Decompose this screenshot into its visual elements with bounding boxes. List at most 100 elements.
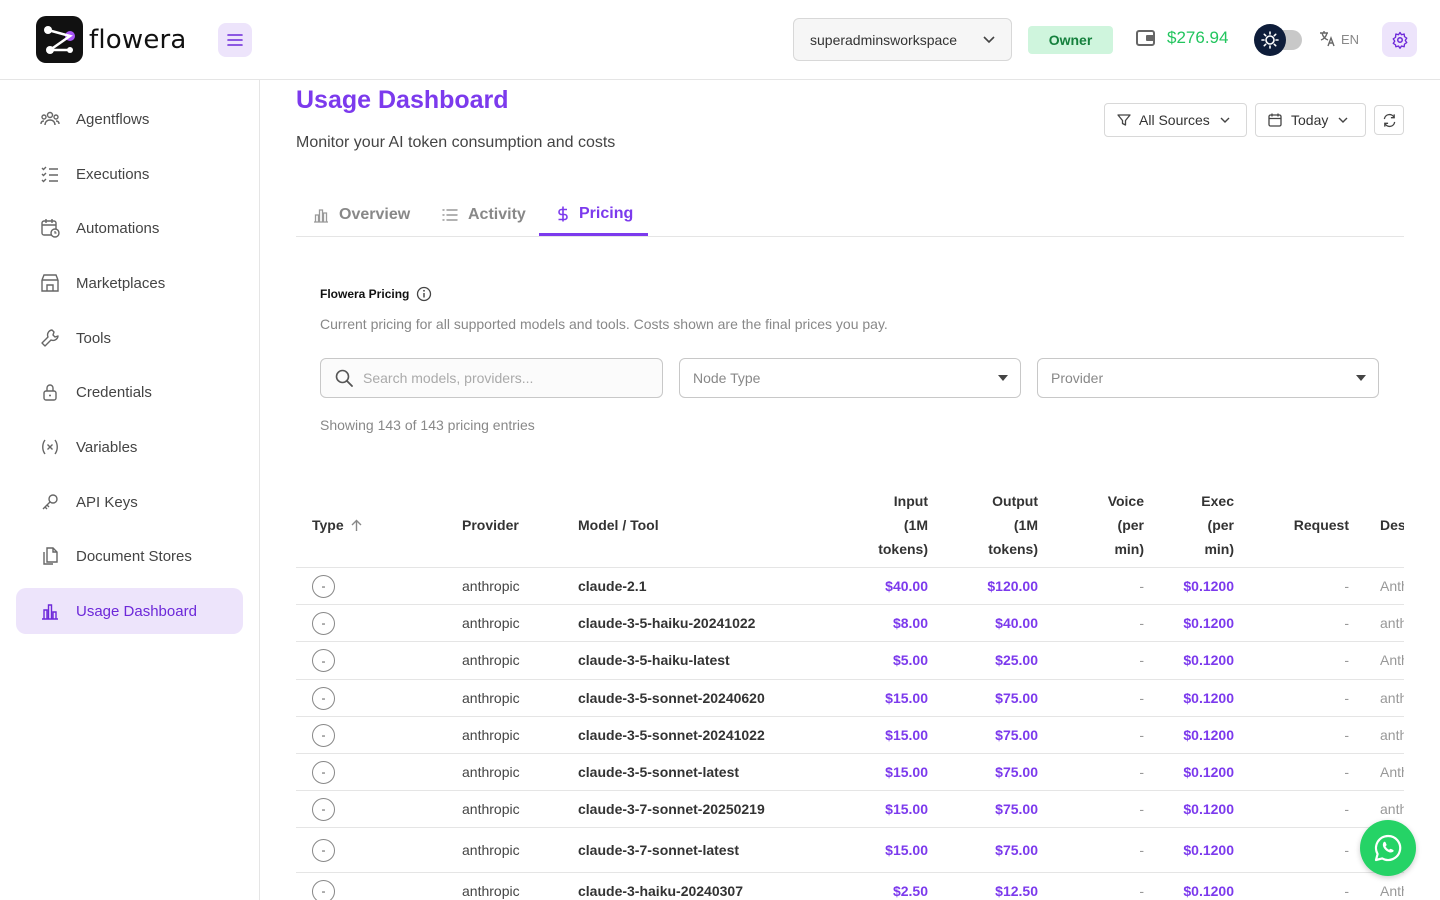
sidebar-item-label: Credentials — [76, 383, 152, 401]
cell-voice-price: - — [1139, 882, 1144, 899]
whatsapp-icon — [1374, 834, 1402, 862]
column-header-output[interactable]: Output (1M tokens) — [966, 489, 1038, 561]
cell-output-price: $120.00 — [987, 577, 1038, 594]
node-type-select[interactable]: Node Type — [679, 358, 1021, 398]
cell-description: Anth — [1380, 577, 1404, 594]
cell-provider: anthropic — [462, 882, 520, 899]
tab-label: Overview — [339, 206, 411, 223]
cell-provider: anthropic — [462, 841, 520, 858]
header-line: tokens) — [878, 541, 928, 557]
table-row[interactable]: - anthropic claude-3-5-haiku-latest $5.0… — [296, 642, 1404, 680]
cell-input-price: $15.00 — [885, 841, 928, 858]
table-row[interactable]: - anthropic claude-3-7-sonnet-latest $15… — [296, 828, 1404, 873]
cell-provider: anthropic — [462, 577, 520, 594]
table-row[interactable]: - anthropic claude-3-5-sonnet-20241022 $… — [296, 717, 1404, 754]
source-filter-label: All Sources — [1139, 112, 1210, 128]
chevron-down-icon — [1338, 117, 1348, 123]
column-header-model[interactable]: Model / Tool — [578, 513, 659, 537]
cell-description: anth — [1380, 726, 1404, 743]
main-content: Usage Dashboard Monitor your AI token co… — [260, 80, 1440, 900]
page-title: Usage Dashboard — [296, 86, 509, 114]
cell-voice-price: - — [1139, 689, 1144, 706]
cell-description: Anth — [1380, 763, 1404, 780]
sidebar-item-api-keys[interactable]: API Keys — [16, 479, 243, 525]
date-filter-button[interactable]: Today — [1255, 103, 1366, 137]
info-icon[interactable] — [416, 286, 432, 302]
pricing-search — [320, 358, 663, 398]
sidebar-item-executions[interactable]: Executions — [16, 151, 243, 197]
whatsapp-chat-button[interactable] — [1360, 820, 1416, 876]
sidebar-item-marketplaces[interactable]: Marketplaces — [16, 260, 243, 306]
sidebar-item-credentials[interactable]: Credentials — [16, 369, 243, 415]
table-row[interactable]: - anthropic claude-3-haiku-20240307 $2.5… — [296, 873, 1404, 900]
type-badge: - — [312, 797, 335, 821]
table-row[interactable]: - anthropic claude-3-5-sonnet-20240620 $… — [296, 680, 1404, 717]
chart-bar-icon — [40, 601, 60, 621]
table-row[interactable]: - anthropic claude-3-5-haiku-20241022 $8… — [296, 605, 1404, 642]
settings-button[interactable] — [1382, 22, 1417, 57]
logo[interactable]: flowera — [36, 16, 187, 63]
type-badge: - — [312, 574, 335, 598]
cell-provider: anthropic — [462, 763, 520, 780]
sidebar-item-usage-dashboard[interactable]: Usage Dashboard — [16, 588, 243, 634]
column-header-label: Type — [312, 517, 344, 533]
provider-select[interactable]: Provider — [1037, 358, 1379, 398]
column-header-description[interactable]: Des — [1380, 513, 1404, 537]
translate-icon — [1320, 31, 1335, 47]
sidebar-item-document-stores[interactable]: Document Stores — [16, 533, 243, 579]
header-line: min) — [1204, 541, 1234, 557]
workspace-name: superadminsworkspace — [810, 31, 958, 48]
column-header-request[interactable]: Request — [1276, 513, 1349, 537]
tab-activity[interactable]: Activity — [442, 194, 526, 236]
column-header-input[interactable]: Input (1M tokens) — [856, 489, 928, 561]
column-header-type[interactable]: Type — [312, 513, 362, 537]
cell-exec-price: $0.1200 — [1183, 882, 1234, 899]
menu-toggle-button[interactable] — [218, 23, 252, 57]
language-switch[interactable]: EN — [1318, 30, 1359, 48]
tab-overview[interactable]: Overview — [313, 194, 410, 236]
cell-provider: anthropic — [462, 614, 520, 631]
column-header-voice[interactable]: Voice (per min) — [1086, 489, 1144, 561]
theme-toggle[interactable] — [1254, 23, 1302, 57]
top-header: flowera superadminsworkspace Owner $276.… — [0, 0, 1440, 80]
column-header-provider[interactable]: Provider — [462, 513, 519, 537]
table-row[interactable]: - anthropic claude-3-7-sonnet-20250219 $… — [296, 791, 1404, 828]
cell-exec-price: $0.1200 — [1183, 614, 1234, 631]
workspace-select[interactable]: superadminsworkspace — [793, 18, 1012, 61]
cell-model: claude-3-5-haiku-latest — [578, 652, 730, 668]
header-line: (per — [1117, 517, 1144, 533]
pricing-heading: Flowera Pricing — [320, 286, 432, 302]
sidebar-item-tools[interactable]: Tools — [16, 315, 243, 361]
type-badge: - — [312, 838, 335, 862]
cell-provider: anthropic — [462, 689, 520, 706]
cell-request-price: - — [1344, 726, 1349, 743]
sidebar-item-agentflows[interactable]: Agentflows — [16, 96, 243, 142]
sidebar-item-label: Tools — [76, 329, 112, 347]
toggle-knob — [1254, 24, 1286, 56]
logo-icon — [36, 16, 83, 63]
files-icon — [40, 546, 60, 566]
source-filter-button[interactable]: All Sources — [1104, 103, 1247, 137]
sun-icon — [1261, 31, 1279, 49]
tab-pricing[interactable]: Pricing — [539, 194, 648, 236]
sidebar-item-automations[interactable]: Automations — [16, 205, 243, 251]
table-row[interactable]: - anthropic claude-3-5-sonnet-latest $15… — [296, 754, 1404, 791]
sort-up-icon — [351, 519, 362, 531]
agents-icon — [40, 109, 60, 129]
logo-text: flowera — [89, 24, 187, 55]
sidebar-item-variables[interactable]: Variables — [16, 424, 243, 470]
cell-exec-price: $0.1200 — [1183, 800, 1234, 817]
cell-model: claude-3-5-sonnet-20240620 — [578, 689, 765, 706]
search-input[interactable] — [363, 370, 643, 386]
balance-amount: $276.94 — [1167, 28, 1229, 47]
cell-output-price: $25.00 — [995, 652, 1038, 668]
refresh-button[interactable] — [1374, 105, 1404, 135]
column-header-exec[interactable]: Exec (per min) — [1176, 489, 1234, 561]
cell-output-price: $40.00 — [995, 614, 1038, 631]
tab-label: Activity — [468, 206, 526, 223]
cell-input-price: $5.00 — [892, 652, 928, 668]
wallet-balance[interactable]: $276.94 — [1136, 28, 1228, 48]
cell-model: claude-3-5-haiku-20241022 — [578, 614, 756, 631]
type-badge: - — [312, 649, 335, 672]
table-row[interactable]: - anthropic claude-2.1 $40.00 $120.00 - … — [296, 568, 1404, 605]
